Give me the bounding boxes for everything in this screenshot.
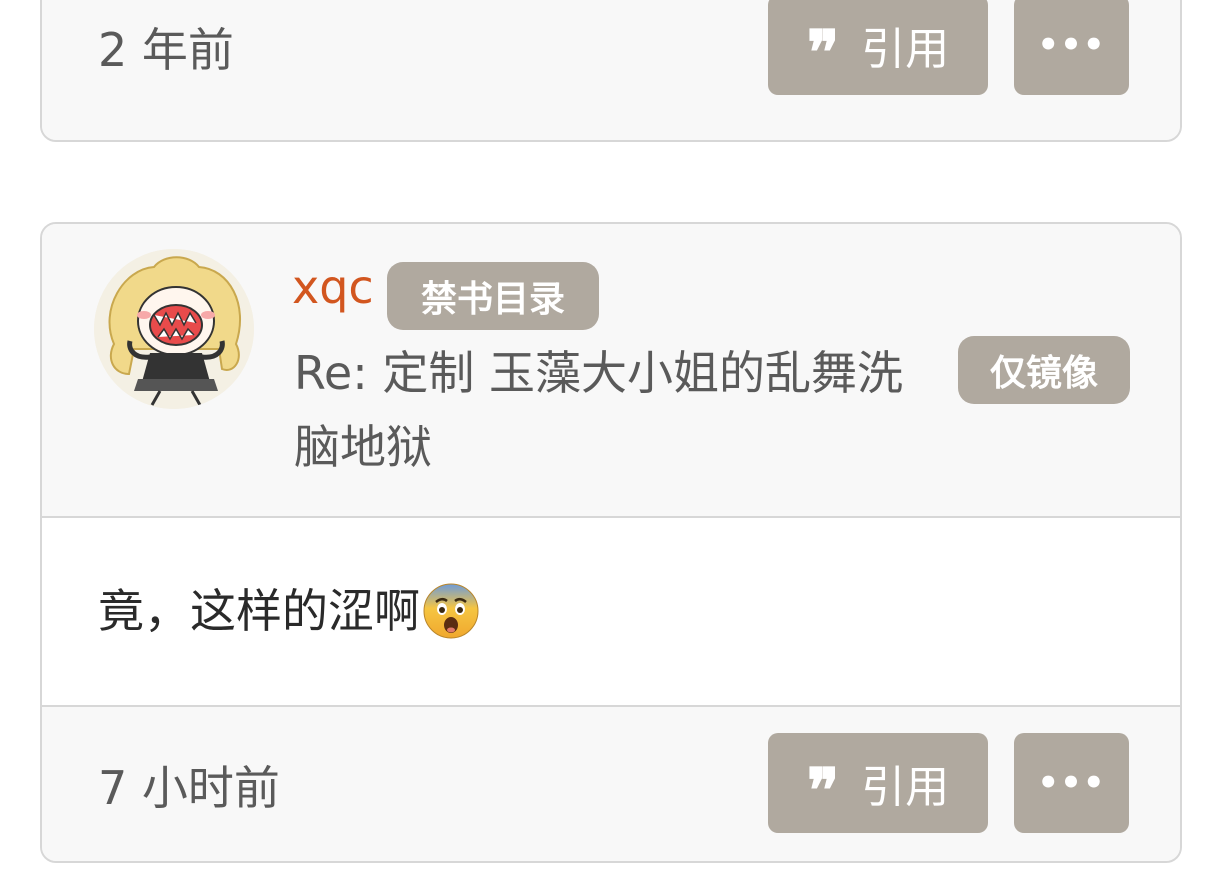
post-time: 2 年前 xyxy=(98,23,234,77)
more-icon: ••• xyxy=(1037,25,1106,65)
post-footer: 7 小时前 ❞ 引用 ••• xyxy=(42,705,1180,861)
quote-button[interactable]: ❞ 引用 xyxy=(768,733,988,833)
quote-label: 引用 xyxy=(861,762,950,813)
post-header: xqc 禁书目录 Re: 定制 玉藻大小姐的乱舞洗脑地狱 仅镜像 xyxy=(42,224,1180,516)
post-content: 竟，这样的涩啊 xyxy=(98,582,480,640)
quote-icon: ❞ xyxy=(806,756,840,826)
user-group-badge: 禁书目录 xyxy=(387,262,599,330)
mirror-only-badge: 仅镜像 xyxy=(958,336,1130,404)
anxious-face-emoji-icon xyxy=(422,582,480,640)
post-time: 7 小时前 xyxy=(98,761,280,815)
post-card: xqc 禁书目录 Re: 定制 玉藻大小姐的乱舞洗脑地狱 仅镜像 竟，这样的涩啊 xyxy=(40,222,1182,863)
quote-label: 引用 xyxy=(861,24,950,75)
username-link[interactable]: xqc xyxy=(292,264,374,310)
quote-icon: ❞ xyxy=(806,18,840,88)
previous-post-card: 2 年前 ❞ 引用 ••• xyxy=(40,0,1182,142)
post-body: 竟，这样的涩啊 xyxy=(42,516,1180,707)
more-icon: ••• xyxy=(1037,763,1106,803)
more-options-button[interactable]: ••• xyxy=(1014,733,1129,833)
quote-button[interactable]: ❞ 引用 xyxy=(768,0,988,95)
post-subject[interactable]: Re: 定制 玉藻大小姐的乱舞洗脑地狱 xyxy=(294,336,934,484)
avatar[interactable] xyxy=(94,249,254,409)
more-options-button[interactable]: ••• xyxy=(1014,0,1129,95)
post-text: 竟，这样的涩啊 xyxy=(98,584,420,638)
previous-post-footer: 2 年前 ❞ 引用 ••• xyxy=(42,0,1180,140)
